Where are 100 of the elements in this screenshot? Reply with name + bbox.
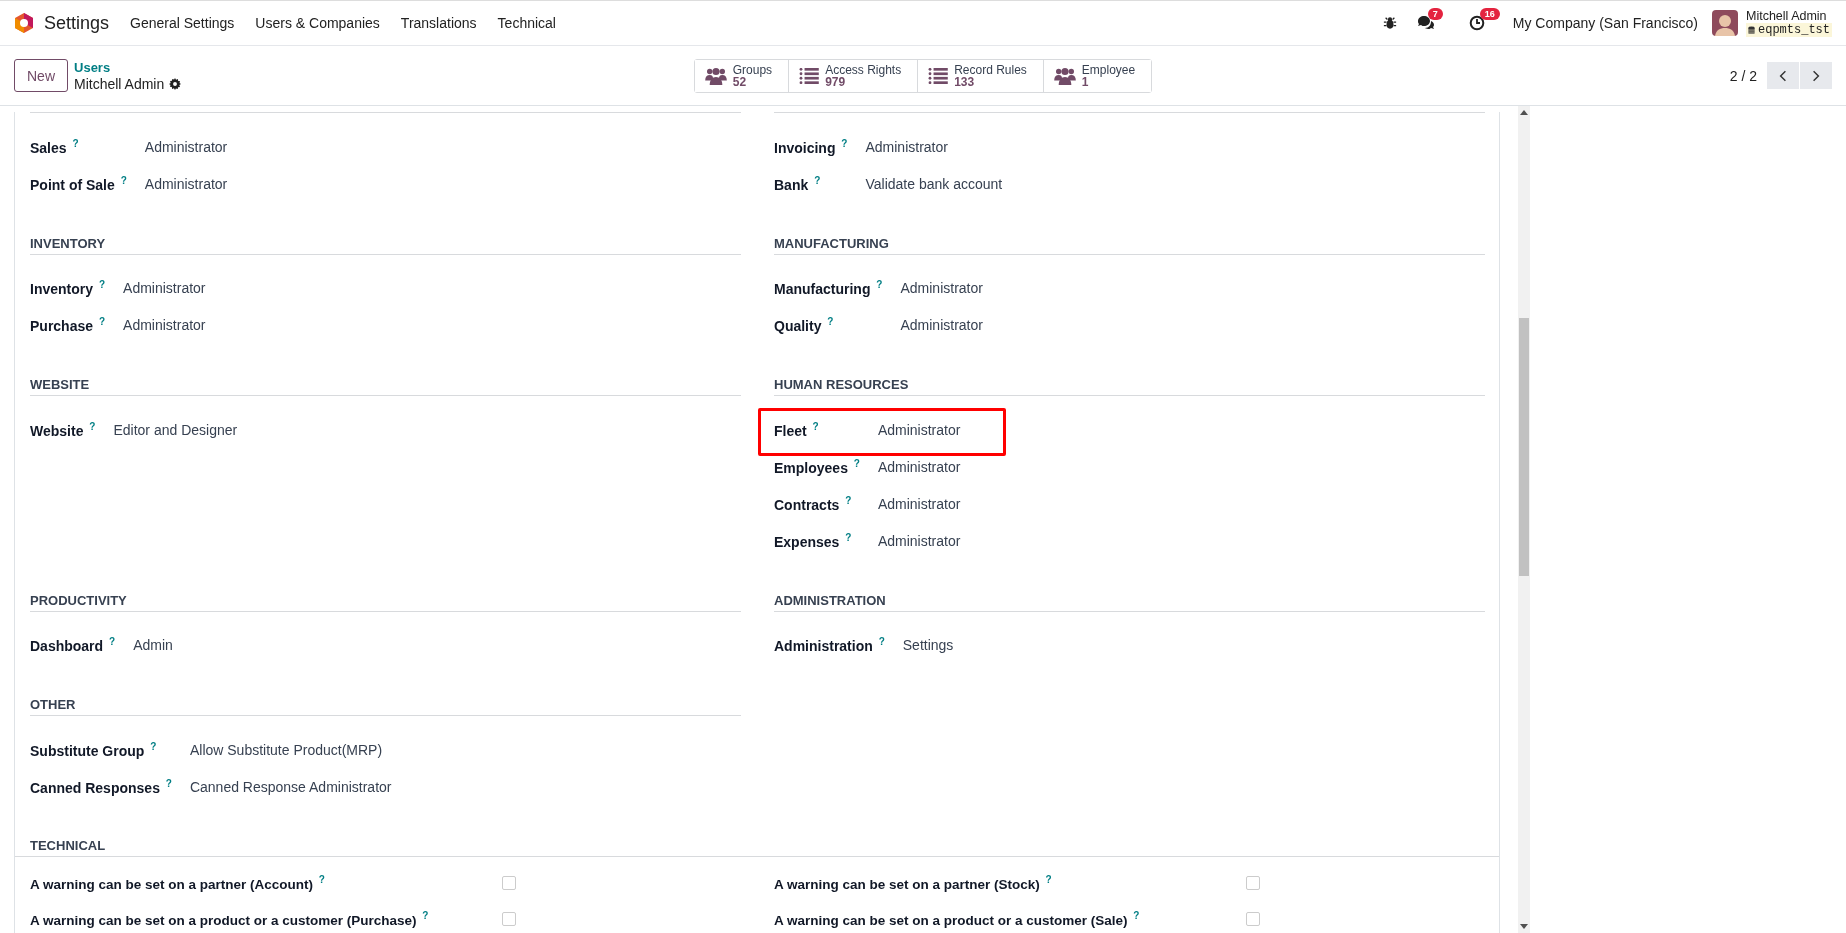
section-heading: WEBSITE (30, 375, 741, 396)
next-button[interactable] (1800, 62, 1832, 89)
help-tooltip[interactable]: ? (72, 137, 79, 149)
field-label: Fleet (774, 422, 807, 439)
menu-item[interactable]: General Settings (130, 15, 235, 31)
checkbox[interactable] (502, 911, 516, 926)
section-heading: ADMINISTRATION (774, 590, 1485, 612)
settings-icon[interactable] (169, 77, 182, 90)
option-label: A warning can be set on a product or a customer (Sale) (774, 912, 1128, 928)
database-name: eqpmts_tst (1758, 23, 1830, 37)
field-value[interactable]: Administrator (877, 495, 1485, 512)
message-count-badge: 7 (1427, 8, 1443, 20)
app-logo-icon[interactable] (14, 12, 34, 34)
field-label: Inventory (30, 280, 93, 297)
field-value[interactable]: Settings (902, 637, 1485, 653)
chevron-right-icon (1812, 69, 1820, 82)
field-value[interactable]: Administrator (123, 280, 741, 296)
field-value[interactable]: Editor and Designer (113, 421, 741, 438)
field-label: Substitute Group (30, 742, 145, 759)
bug-icon[interactable] (1382, 16, 1397, 30)
help-tooltip[interactable]: ? (845, 531, 852, 543)
field-value[interactable]: Administrator (865, 138, 1485, 155)
list-icon (799, 67, 820, 84)
field-label: Quality (774, 317, 822, 334)
help-tooltip[interactable]: ? (89, 420, 96, 432)
checkbox[interactable] (502, 875, 516, 890)
smart-button[interactable]: Employee 1 (1042, 59, 1152, 92)
menu-item[interactable]: Users & Companies (255, 15, 380, 31)
field-value[interactable]: Administrator (144, 138, 741, 155)
help-tooltip[interactable]: ? (853, 457, 860, 469)
field-label: Point of Sale (30, 176, 115, 193)
help-tooltip[interactable]: ? (878, 636, 885, 648)
scroll-down-icon[interactable] (1520, 924, 1528, 929)
help-tooltip[interactable]: ? (876, 279, 883, 291)
user-avatar[interactable] (1712, 10, 1738, 36)
field-label: Canned Responses (30, 779, 160, 796)
help-tooltip[interactable]: ? (165, 777, 172, 789)
new-button[interactable]: New (14, 59, 68, 92)
previous-button[interactable] (1767, 62, 1799, 89)
help-tooltip[interactable]: ? (827, 316, 834, 328)
help-tooltip[interactable]: ? (841, 137, 848, 149)
field-value[interactable]: Administrator (900, 280, 1485, 296)
checkbox[interactable] (1246, 911, 1260, 926)
section-heading: TECHNICAL (30, 837, 106, 853)
help-tooltip[interactable]: ? (98, 316, 106, 328)
section-heading: INVENTORY (30, 233, 741, 255)
company-switcher[interactable]: My Company (San Francisco) (1512, 15, 1698, 31)
help-tooltip[interactable]: ? (318, 873, 325, 885)
chat-icon[interactable] (1416, 15, 1435, 31)
checkbox[interactable] (1246, 875, 1260, 890)
activity-count-badge: 16 (1479, 8, 1500, 20)
menu-item[interactable]: Technical (497, 15, 556, 31)
field-label: Website (30, 422, 84, 439)
field-label: Manufacturing (774, 280, 871, 297)
field-label: Invoicing (774, 139, 836, 156)
section-heading: PRODUCTIVITY (30, 590, 741, 612)
chevron-left-icon (1779, 69, 1787, 82)
field-value[interactable]: Administrator (877, 421, 1485, 438)
record-title: Mitchell Admin (74, 75, 165, 92)
field-value[interactable]: Administrator (877, 532, 1485, 549)
users-icon (1053, 66, 1076, 85)
help-tooltip[interactable]: ? (812, 420, 819, 432)
section-heading: MANUFACTURING (774, 233, 1485, 255)
field-value[interactable]: Administrator (144, 175, 741, 192)
help-tooltip[interactable]: ? (814, 174, 821, 186)
option-label: A warning can be set on a partner (Stock) (774, 876, 1040, 892)
help-tooltip[interactable]: ? (1133, 909, 1140, 921)
field-value[interactable]: Canned Response Administrator (189, 778, 741, 795)
users-icon (704, 66, 727, 85)
field-label: Purchase (30, 317, 94, 334)
help-tooltip[interactable]: ? (845, 494, 852, 506)
menu-item[interactable]: Translations (400, 15, 477, 31)
field-label: Bank (774, 176, 809, 193)
breadcrumb-link[interactable]: Users (74, 59, 182, 76)
field-value[interactable]: Administrator (877, 458, 1485, 475)
help-tooltip[interactable]: ? (109, 636, 116, 648)
option-label: A warning can be set on a product or a customer (Purchase) (30, 912, 417, 928)
field-label: Expenses (774, 533, 840, 550)
help-tooltip[interactable]: ? (150, 740, 157, 752)
field-label: Employees (774, 459, 848, 476)
help-tooltip[interactable]: ? (98, 279, 105, 291)
field-value[interactable]: Administrator (900, 317, 1485, 333)
help-tooltip[interactable]: ? (1045, 873, 1052, 885)
pager-counter: 2 / 2 (1729, 67, 1757, 84)
list-icon (928, 67, 949, 84)
section-heading: HUMAN RESOURCES (774, 375, 1485, 396)
scrollbar[interactable] (1518, 106, 1530, 933)
app-name[interactable]: Settings (44, 12, 110, 34)
user-name[interactable]: Mitchell Admin (1746, 9, 1832, 23)
field-label: Dashboard (30, 637, 104, 654)
scroll-up-icon[interactable] (1520, 110, 1528, 115)
help-tooltip[interactable]: ? (422, 909, 429, 921)
field-value[interactable]: Admin (133, 637, 741, 653)
section-heading: OTHER (30, 695, 741, 716)
help-tooltip[interactable]: ? (120, 174, 127, 186)
option-label: A warning can be set on a partner (Account) (30, 876, 314, 892)
clock-icon[interactable] (1468, 15, 1485, 31)
field-value[interactable]: Administrator (123, 317, 741, 333)
field-value[interactable]: Validate bank account (865, 175, 1485, 192)
field-value[interactable]: Allow Substitute Product(MRP) (189, 741, 741, 758)
